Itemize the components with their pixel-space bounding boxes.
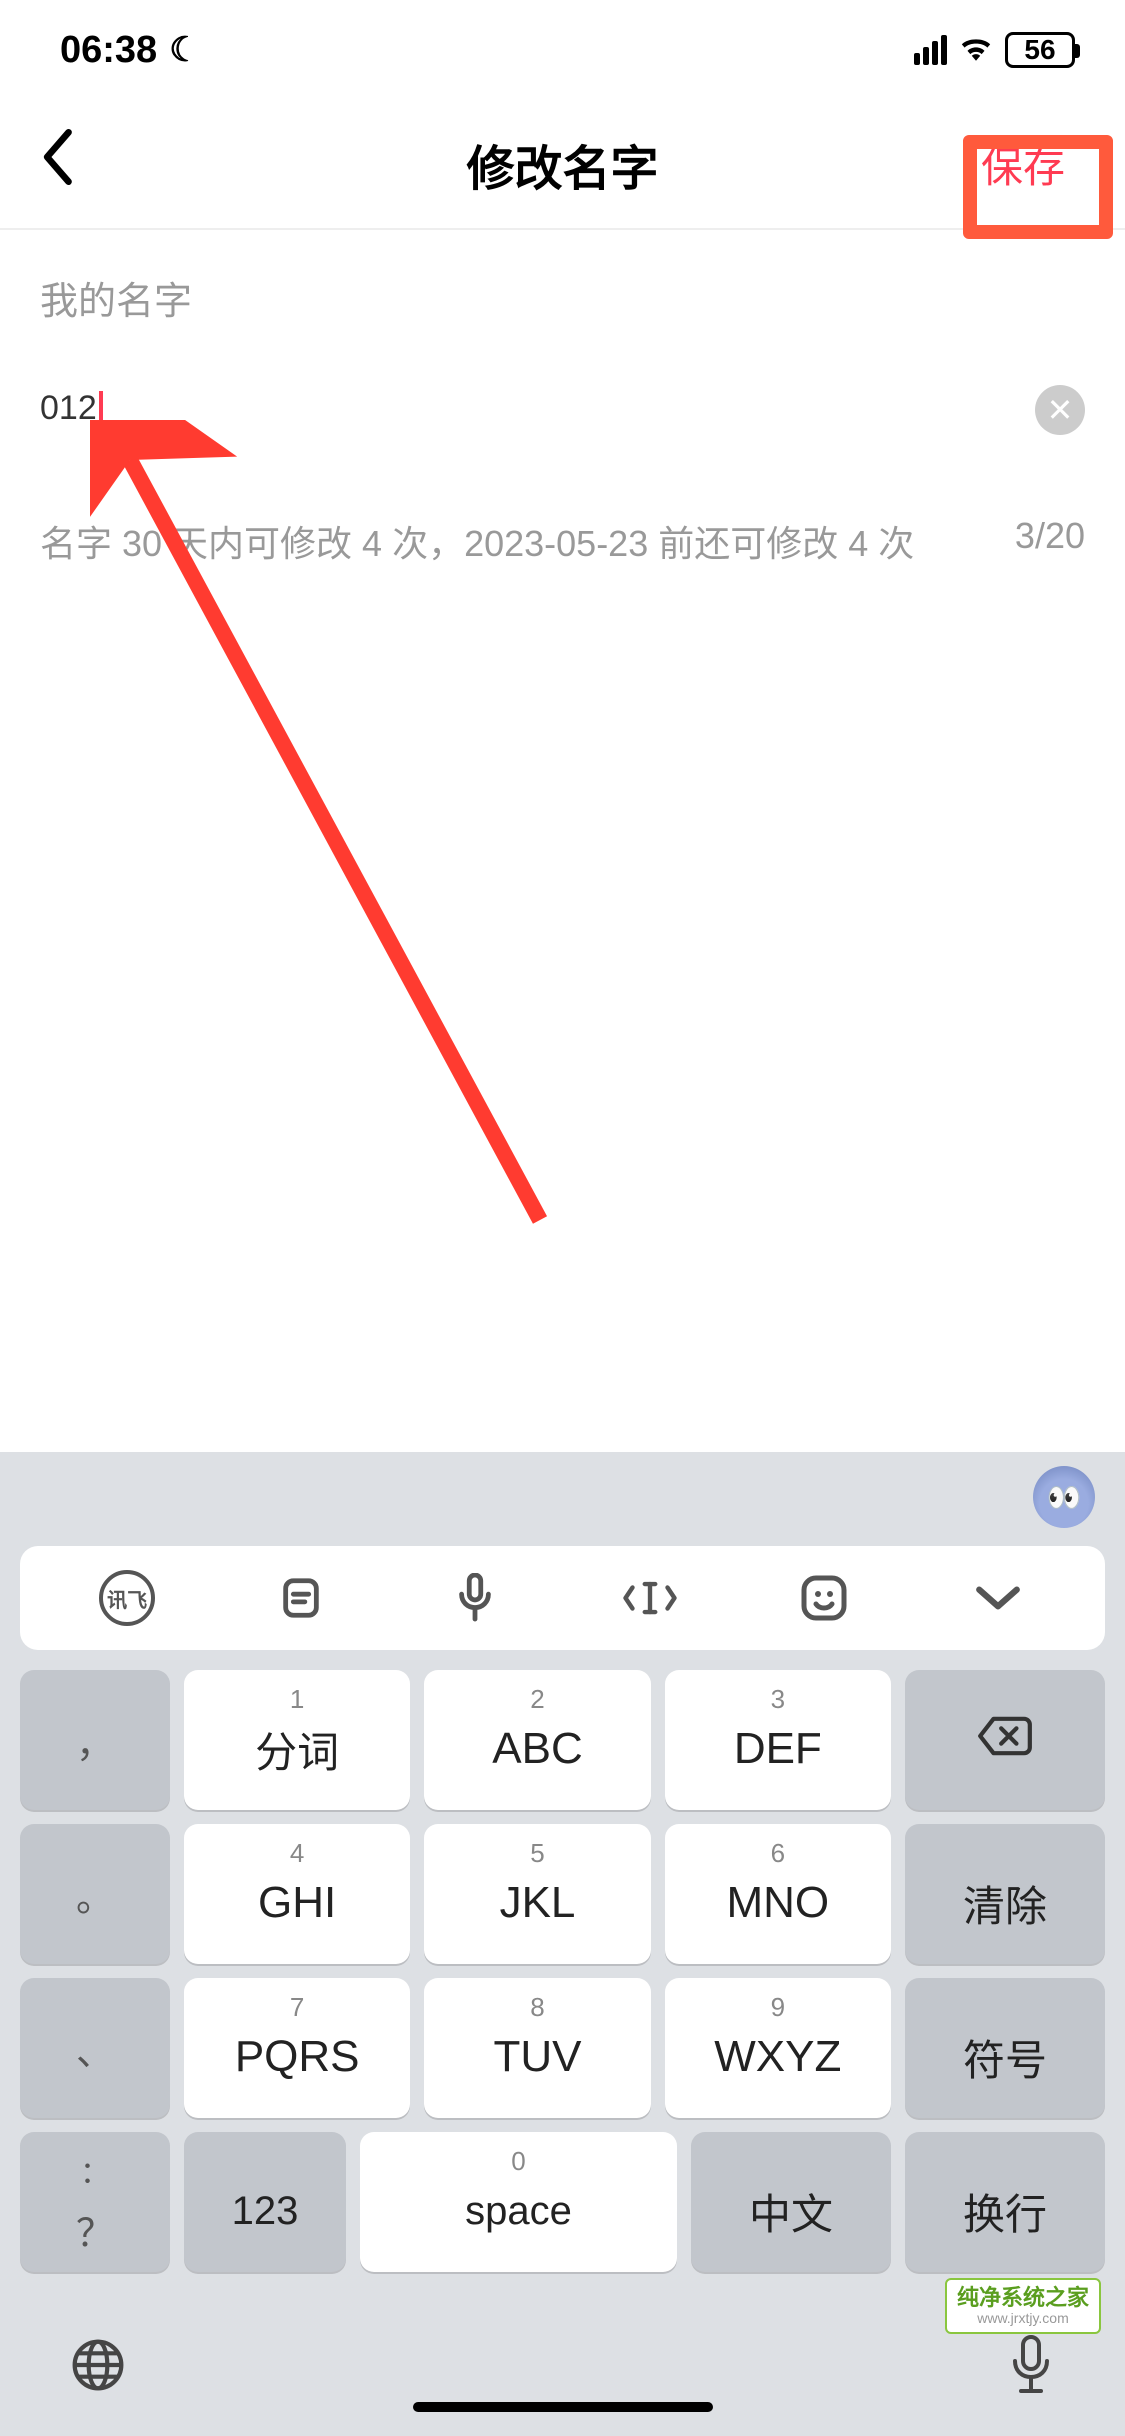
keyboard-toolbar: 讯飞 <box>20 1546 1105 1650</box>
voice-input-button[interactable] <box>447 1570 503 1626</box>
name-input-value: 012 <box>40 389 97 427</box>
memoji-avatar-icon[interactable]: 👀 <box>1033 1466 1095 1528</box>
status-right: 56 <box>914 32 1075 69</box>
cellular-signal-icon <box>914 35 947 65</box>
collapse-keyboard-button[interactable] <box>970 1570 1026 1626</box>
keyboard-grid: ， 1分词 2ABC 3DEF 。 4GHI 5JKL 6MNO 清除 、 7P… <box>0 1670 1125 2306</box>
key-2-abc[interactable]: 2ABC <box>424 1670 650 1810</box>
watermark: 纯净系统之家 www.jrxtjy.com <box>945 2278 1101 2334</box>
key-123[interactable]: 123 <box>184 2132 346 2272</box>
field-label: 我的名字 <box>40 270 1085 325</box>
clear-button[interactable]: ✕ <box>1035 385 1085 435</box>
clipboard-button[interactable] <box>273 1570 329 1626</box>
cursor-move-button[interactable] <box>622 1570 678 1626</box>
globe-button[interactable] <box>70 2337 126 2406</box>
form-content: 我的名字 012 ✕ 名字 30 天内可修改 4 次，2023-05-23 前还… <box>0 230 1125 607</box>
key-dun[interactable]: 、 <box>20 1978 170 2118</box>
page-header: 修改名字 保存 <box>0 100 1125 230</box>
key-8-tuv[interactable]: 8TUV <box>424 1978 650 2118</box>
key-clear[interactable]: 清除 <box>905 1824 1105 1964</box>
hint-row: 名字 30 天内可修改 4 次，2023-05-23 前还可修改 4 次 3/2… <box>40 515 1085 567</box>
key-chinese[interactable]: 中文 <box>691 2132 891 2272</box>
status-time: 06:38 <box>60 29 157 72</box>
key-3-def[interactable]: 3DEF <box>665 1670 891 1810</box>
annotation-save-highlight <box>963 135 1113 239</box>
key-4-ghi[interactable]: 4GHI <box>184 1824 410 1964</box>
key-colon-question[interactable]: ：？ <box>20 2132 170 2272</box>
backspace-icon <box>975 1711 1035 1769</box>
dictation-button[interactable] <box>1007 2335 1055 2408</box>
key-comma[interactable]: ， <box>20 1670 170 1810</box>
key-period[interactable]: 。 <box>20 1824 170 1964</box>
home-indicator[interactable] <box>413 2402 713 2412</box>
key-7-pqrs[interactable]: 7PQRS <box>184 1978 410 2118</box>
dnd-moon-icon: ☾ <box>169 30 199 70</box>
status-bar: 06:38 ☾ 56 <box>0 0 1125 100</box>
char-counter: 3/20 <box>1015 515 1085 567</box>
status-left: 06:38 ☾ <box>60 29 200 72</box>
back-button[interactable] <box>40 129 100 199</box>
watermark-url: www.jrxtjy.com <box>977 2311 1069 2326</box>
keyboard-avatar-row: 👀 <box>0 1452 1125 1542</box>
name-input-row: 012 ✕ <box>40 385 1085 435</box>
battery-icon: 56 <box>1005 32 1075 68</box>
page-title: 修改名字 <box>466 129 658 199</box>
key-9-wxyz[interactable]: 9WXYZ <box>665 1978 891 2118</box>
xunfei-button[interactable]: 讯飞 <box>99 1570 155 1626</box>
hint-text: 名字 30 天内可修改 4 次，2023-05-23 前还可修改 4 次 <box>40 515 914 567</box>
key-symbols[interactable]: 符号 <box>905 1978 1105 2118</box>
emoji-button[interactable] <box>796 1570 852 1626</box>
key-6-mno[interactable]: 6MNO <box>665 1824 891 1964</box>
wifi-icon <box>959 32 993 69</box>
key-5-jkl[interactable]: 5JKL <box>424 1824 650 1964</box>
key-backspace[interactable] <box>905 1670 1105 1810</box>
text-cursor <box>99 391 103 431</box>
key-1-fenci[interactable]: 1分词 <box>184 1670 410 1810</box>
key-0-space[interactable]: 0space <box>360 2132 677 2272</box>
watermark-text: 纯净系统之家 <box>957 2286 1089 2310</box>
key-return[interactable]: 换行 <box>905 2132 1105 2272</box>
name-input[interactable]: 012 <box>40 389 103 430</box>
